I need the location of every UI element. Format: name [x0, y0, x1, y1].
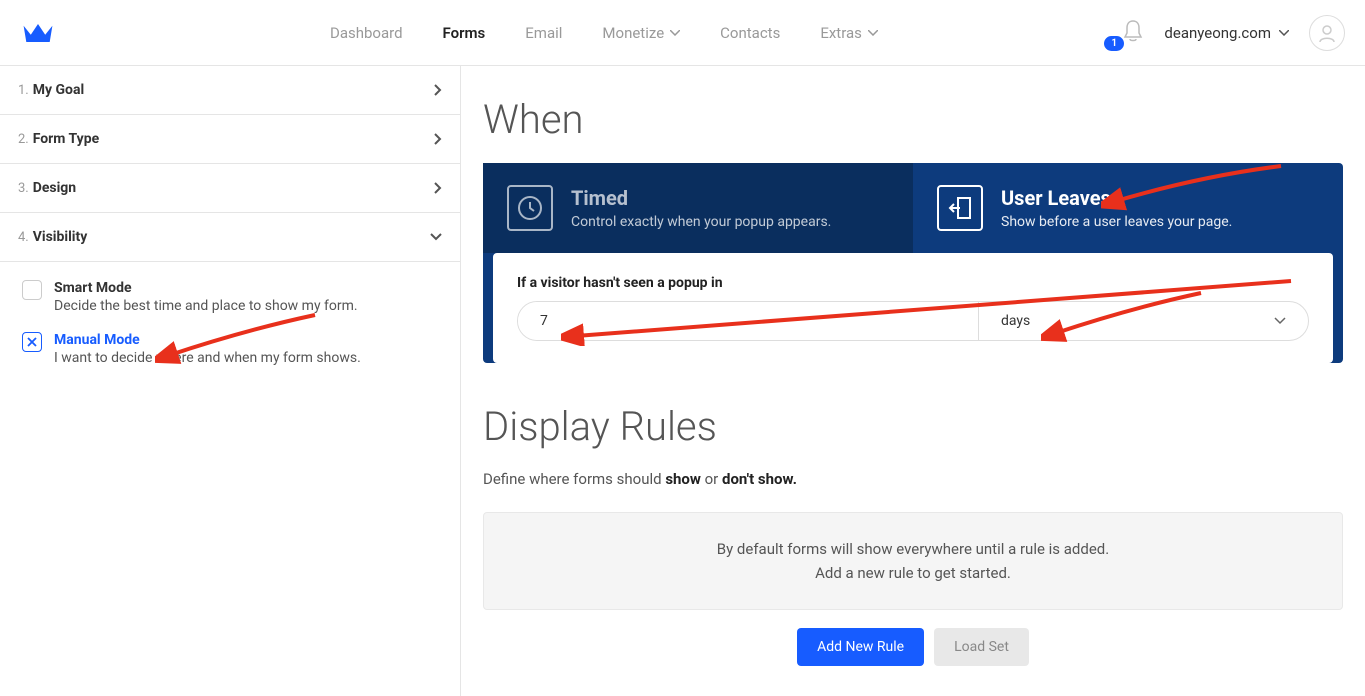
chevron-down-icon	[1274, 317, 1286, 325]
when-heading: When	[483, 96, 1343, 143]
account-domain: deanyeong.com	[1164, 24, 1271, 42]
option-smart-mode[interactable]: Smart Mode Decide the best time and plac…	[22, 280, 442, 314]
when-panel: Timed Control exactly when your popup ap…	[483, 163, 1343, 363]
when-body: If a visitor hasn't seen a popup in days	[493, 253, 1333, 363]
rules-heading: Display Rules	[483, 403, 1343, 450]
main-nav: Dashboard Forms Email Monetize Contacts …	[330, 24, 878, 42]
crown-icon	[20, 19, 56, 47]
condition-value-input[interactable]	[518, 302, 978, 340]
tab-desc: Show before a user leaves your page.	[1001, 214, 1232, 230]
notifications[interactable]: 1	[1122, 19, 1144, 47]
checkbox[interactable]	[22, 332, 42, 352]
checkbox[interactable]	[22, 280, 42, 300]
chevron-down-icon	[670, 30, 680, 36]
rules-empty-line1: By default forms will show everywhere un…	[508, 537, 1318, 561]
rules-empty-state: By default forms will show everywhere un…	[483, 512, 1343, 610]
step-form-type[interactable]: 2.Form Type	[0, 115, 460, 164]
logo[interactable]	[20, 19, 100, 47]
tab-title: User Leaves	[1001, 186, 1232, 210]
main-content: When Timed Control exactly when your pop…	[461, 66, 1365, 696]
chevron-right-icon	[434, 182, 442, 194]
when-tabs: Timed Control exactly when your popup ap…	[483, 163, 1343, 253]
header: Dashboard Forms Email Monetize Contacts …	[0, 0, 1365, 66]
exit-icon	[937, 185, 983, 231]
add-new-rule-button[interactable]: Add New Rule	[797, 628, 924, 666]
account-menu[interactable]: deanyeong.com	[1164, 24, 1289, 42]
nav-email[interactable]: Email	[525, 24, 562, 42]
chevron-down-icon	[1279, 30, 1289, 36]
x-icon	[27, 337, 37, 347]
rules-actions: Add New Rule Load Set	[483, 628, 1343, 666]
step-my-goal[interactable]: 1.My Goal	[0, 66, 460, 115]
tab-desc: Control exactly when your popup appears.	[571, 214, 831, 230]
chevron-down-icon	[868, 30, 878, 36]
tab-timed[interactable]: Timed Control exactly when your popup ap…	[483, 163, 913, 253]
chevron-down-icon	[430, 233, 442, 241]
user-icon	[1317, 23, 1337, 43]
condition-label: If a visitor hasn't seen a popup in	[517, 275, 1309, 291]
nav-dashboard[interactable]: Dashboard	[330, 24, 403, 42]
clock-icon	[507, 185, 553, 231]
rules-empty-line2: Add a new rule to get started.	[508, 561, 1318, 585]
nav-monetize[interactable]: Monetize	[602, 24, 680, 42]
sidebar: 1.My Goal 2.Form Type 3.Design 4.Visibil…	[0, 66, 461, 696]
chevron-right-icon	[434, 133, 442, 145]
load-set-button[interactable]: Load Set	[934, 628, 1029, 666]
tab-title: Timed	[571, 186, 831, 210]
notification-count: 1	[1104, 36, 1124, 51]
nav-forms[interactable]: Forms	[443, 24, 486, 42]
condition-input-row: days	[517, 301, 1309, 341]
option-desc: Decide the best time and place to show m…	[54, 298, 442, 314]
nav-contacts[interactable]: Contacts	[720, 24, 780, 42]
header-right: 1 deanyeong.com	[1122, 15, 1345, 51]
option-desc: I want to decide where and when my form …	[54, 350, 442, 366]
visibility-options: Smart Mode Decide the best time and plac…	[0, 262, 460, 402]
option-title: Smart Mode	[54, 280, 442, 296]
avatar[interactable]	[1309, 15, 1345, 51]
chevron-right-icon	[434, 84, 442, 96]
tab-user-leaves[interactable]: User Leaves Show before a user leaves yo…	[913, 163, 1343, 253]
step-visibility[interactable]: 4.Visibility	[0, 213, 460, 262]
condition-unit-select[interactable]: days	[978, 302, 1308, 340]
option-manual-mode[interactable]: Manual Mode I want to decide where and w…	[22, 332, 442, 366]
option-title: Manual Mode	[54, 332, 442, 348]
step-design[interactable]: 3.Design	[0, 164, 460, 213]
nav-extras[interactable]: Extras	[820, 24, 878, 42]
rules-subtext: Define where forms should show or don't …	[483, 470, 1343, 488]
bell-icon	[1122, 19, 1144, 43]
